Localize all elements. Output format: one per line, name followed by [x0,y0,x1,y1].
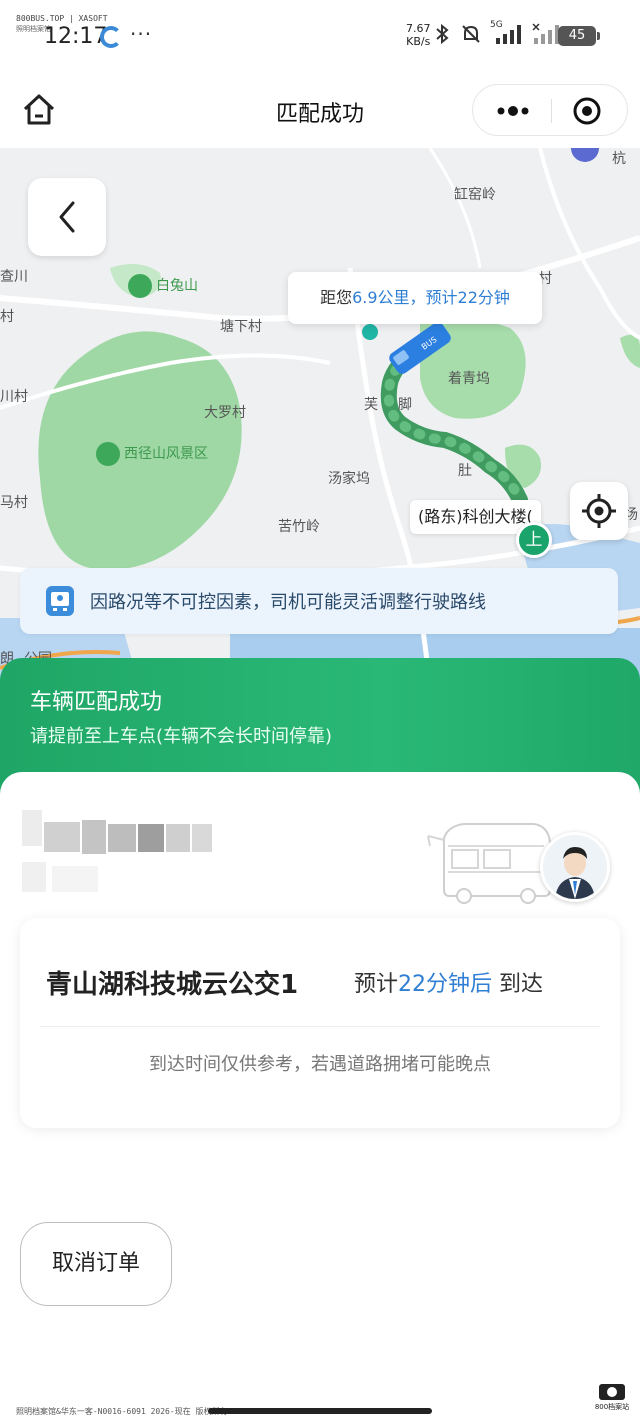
route-card-divider [40,1026,600,1027]
map-label-cun-left: 村 [0,309,14,325]
back-button[interactable] [28,178,106,256]
chevron-left-icon [59,201,75,233]
home-indicator[interactable] [208,1408,432,1414]
network-speed: 7.67 KB/s [406,22,431,48]
capsule-divider [551,99,552,123]
map-label-xijingshan: 西径山风景区 [124,446,208,462]
watermark-logo-text: 800档案站 [594,1403,630,1411]
target-circle-icon[interactable] [571,95,603,127]
map-label-jiao: 脚 [398,397,412,413]
network-speed-value: 7.67 [406,22,431,35]
map-poi-baitushan: 白兔山 [128,274,198,298]
map-label-fu: 芙 [364,397,378,413]
status-more-dots: ··· [130,22,153,46]
trip-detail-sheet: 青山湖科技城云公交1 预计22分钟后 到达 到达时间仅供参考，若遇道路拥堵可能晚… [0,772,640,1424]
route-map[interactable]: BUS 缸窑岭 查川 村 白兔山 村 塘下村 川村 着青坞 大罗村 芙 脚 西径… [0,148,640,688]
route-eta-suffix: 到达 [499,972,544,997]
eta-bubble-prefix: 距您 [320,288,353,307]
watermark-bottom: 照明档案馆&华东一客-N0016-6091 2026-现在 版权所有 [16,1407,228,1416]
map-label-chachuan: 查川 [0,269,28,285]
network-speed-unit: KB/s [406,35,431,48]
map-label-tangjiawu: 汤家坞 [328,471,370,487]
eta-bubble: 距您6.9公里，预计22分钟 [288,272,542,324]
eta-bubble-distance: 6.9公里 [352,288,410,307]
route-notice-text: 因路况等不可控因素，司机可能灵活调整行驶路线 [90,592,486,613]
map-label-maluocun: 马村 [0,495,28,511]
map-label-tangxiacun: 塘下村 [220,319,262,335]
map-label-gangyaoling: 缸窑岭 [454,187,496,203]
watermark-logo: 800档案站 [594,1384,630,1412]
locate-button[interactable] [570,482,628,540]
mute-bell-icon [462,25,480,43]
vehicle-plate-blurred [22,802,212,892]
browser-loading-icon [100,26,122,48]
more-dots-icon[interactable] [491,97,535,125]
match-success-title: 车辆匹配成功 [30,690,163,715]
route-notice-banner: 因路况等不可控因素，司机可能灵活调整行驶路线 [20,568,618,634]
status-time: 12:17 [44,24,108,49]
mountain-icon [128,274,152,298]
map-label-shanchuancun: 川村 [0,389,28,405]
locate-crosshair-icon [582,494,616,528]
status-bar: 800BUS.TOP | XASOFT 照明档案馆 12:17 ··· 7.67… [0,0,640,72]
match-success-subtitle: 请提前至上车点(车辆不会长时间停靠) [30,726,333,747]
driver-avatar [540,832,610,902]
eta-bubble-time: 预计22分钟 [425,288,510,307]
route-eta-prefix: 预计 [354,972,399,997]
nav-header: 匹配成功 [0,72,640,148]
map-label-kuzhuling: 苦竹岭 [278,519,320,535]
map-label-hang: 杭 [612,151,626,167]
bus-illustration [427,823,551,904]
scenic-area-icon [96,442,120,466]
bluetooth-icon [436,23,449,45]
signal-secondary-icon [532,23,559,44]
camera-icon [599,1384,625,1400]
route-eta-time: 22分钟后 [398,972,493,997]
route-eta: 预计22分钟后 到达 [354,966,543,998]
cancel-order-button[interactable]: 取消订单 [20,1222,172,1306]
watermark-line-1: 800BUS.TOP | XASOFT [16,14,108,23]
map-poi-xijingshan: 西径山风景区 [96,442,208,466]
map-label-du: 肚 [458,463,472,479]
boarding-point-marker: 上 [516,522,552,558]
route-eta-note: 到达时间仅供参考，若遇道路拥堵可能晚点 [149,1054,491,1075]
map-label-daluocun: 大罗村 [204,405,246,421]
miniprogram-capsule [472,84,628,136]
signal-5g-icon: 5G [490,20,524,46]
map-label-baitushan: 白兔山 [156,278,198,294]
bus-icon [46,586,74,616]
battery-indicator: 45 [558,26,600,46]
route-info-card: 青山湖科技城云公交1 预计22分钟后 到达 到达时间仅供参考，若遇道路拥堵可能晚… [20,918,620,1128]
map-label-zhuoqingwu: 着青坞 [448,371,490,387]
status-icons: 5G [432,20,560,46]
eta-bubble-separator: ， [409,288,426,307]
route-name: 青山湖科技城云公交1 [46,970,299,1000]
